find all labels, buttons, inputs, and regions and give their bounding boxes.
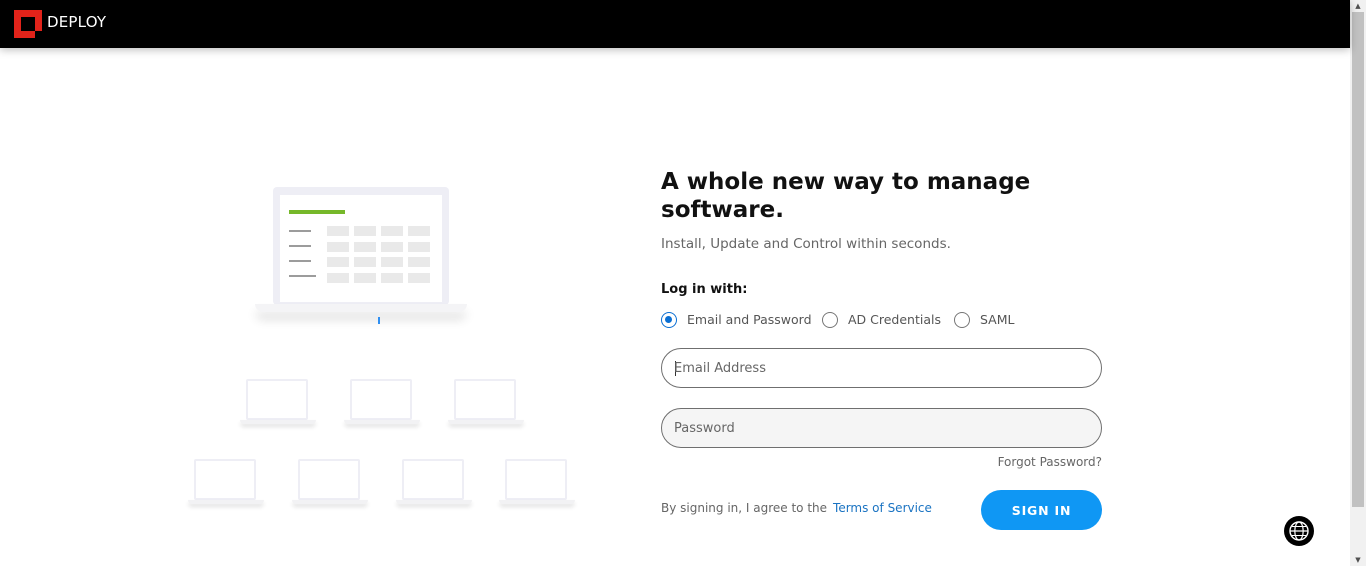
connector-indicator — [378, 317, 380, 324]
login-method-saml-label[interactable]: SAML — [980, 312, 1014, 327]
password-input[interactable] — [674, 419, 1084, 437]
page-scrollbar[interactable]: ▲ ▼ — [1350, 0, 1366, 566]
forgot-password-link[interactable]: Forgot Password? — [998, 455, 1102, 469]
client-laptop-icon — [396, 459, 472, 507]
login-method-options: Email and Password AD Credentials SAML — [661, 311, 1061, 329]
scroll-down-arrow-icon[interactable]: ▼ — [1350, 554, 1366, 566]
email-field[interactable] — [661, 348, 1102, 388]
client-laptop-icon — [240, 379, 316, 427]
login-method-label: Log in with: — [661, 282, 748, 297]
sign-in-button[interactable]: SIGN IN — [981, 490, 1102, 530]
main-laptop-illustration — [255, 187, 467, 312]
client-laptop-icon — [448, 379, 524, 427]
terms-of-service-link[interactable]: Terms of Service — [833, 501, 932, 515]
scroll-up-arrow-icon[interactable]: ▲ — [1350, 0, 1366, 12]
client-laptop-icon — [499, 459, 575, 507]
scroll-thumb[interactable] — [1352, 12, 1364, 507]
radio-unchecked-icon[interactable] — [822, 312, 838, 328]
login-method-ad-label[interactable]: AD Credentials — [848, 312, 941, 327]
email-input[interactable] — [674, 359, 1084, 377]
radio-unchecked-icon[interactable] — [954, 312, 970, 328]
page-subheadline: Install, Update and Control within secon… — [661, 236, 951, 252]
radio-checked-icon[interactable] — [661, 312, 677, 328]
password-field[interactable] — [661, 408, 1102, 448]
page-headline: A whole new way to manage software. — [661, 169, 1031, 223]
deploy-logo-icon[interactable] — [14, 10, 42, 38]
login-method-email-label[interactable]: Email and Password — [687, 312, 812, 327]
client-laptop-icon — [188, 459, 264, 507]
globe-icon[interactable] — [1284, 516, 1314, 546]
terms-agreement: By signing in, I agree to the Terms of Se… — [661, 501, 932, 515]
client-laptop-icon — [344, 379, 420, 427]
brand-name[interactable]: DEPLOY — [47, 13, 106, 31]
network-illustration — [180, 180, 580, 520]
client-laptop-icon — [292, 459, 368, 507]
top-bar: DEPLOY — [0, 0, 1350, 48]
terms-agreement-text: By signing in, I agree to the — [661, 501, 828, 515]
